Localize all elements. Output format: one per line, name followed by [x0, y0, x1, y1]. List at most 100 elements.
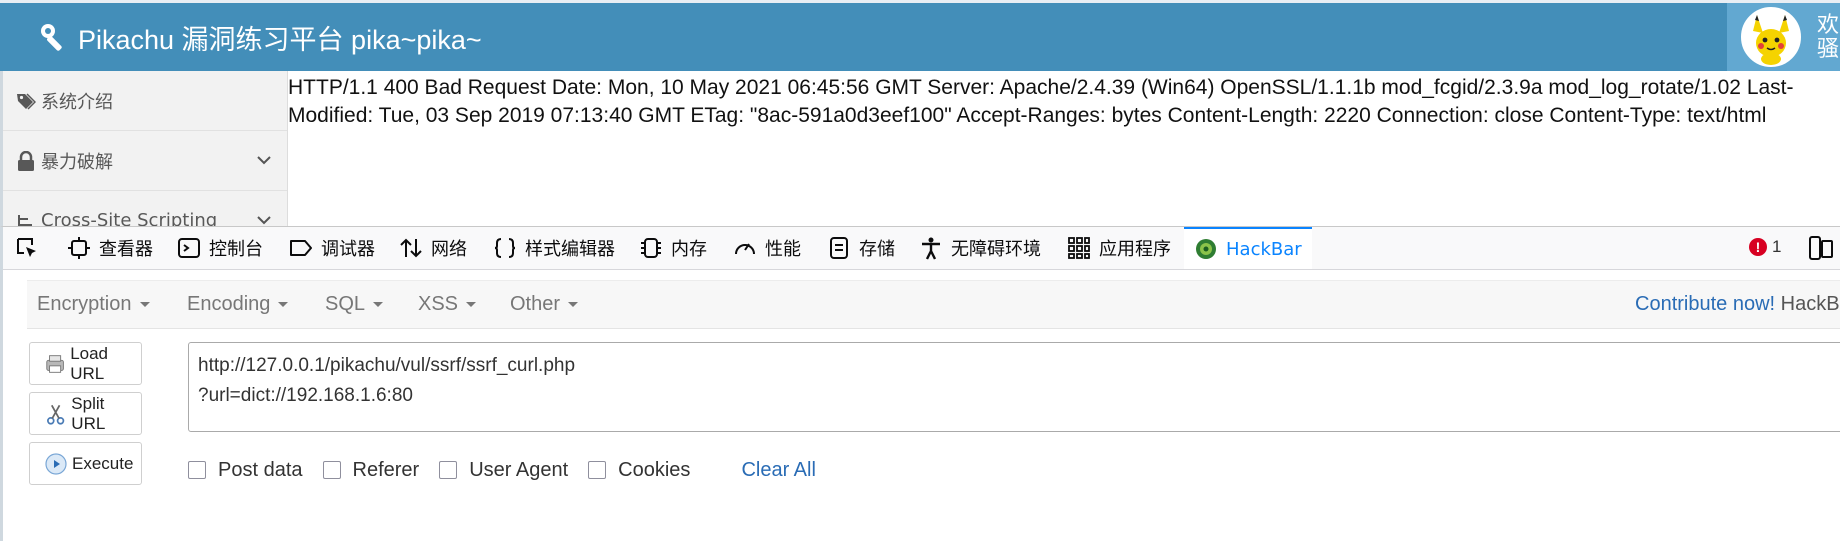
contribute-area: Contribute now! HackBar	[1635, 293, 1840, 316]
tab-console[interactable]: 控制台	[177, 227, 263, 269]
element-picker-icon[interactable]	[15, 236, 39, 260]
pikachu-avatar-icon	[1743, 9, 1799, 65]
menu-other[interactable]: Other	[510, 293, 579, 316]
sidebar: 系统介绍 暴力破解 Cross-Site Scripting	[0, 71, 288, 226]
devtools-toolbar: 查看器 控制台 调试器 网络 样式编辑器 内存 性能 存储 无障碍环境 应用程序…	[3, 227, 1840, 270]
tab-memory[interactable]: 内存	[639, 227, 707, 269]
menu-label: Encoding	[187, 293, 271, 315]
url-input[interactable]: http://127.0.0.1/pikachu/vul/ssrf/ssrf_c…	[188, 342, 1840, 432]
error-count-badge[interactable]: ! 1	[1749, 237, 1781, 257]
url-line-2: ?url=dict://192.168.1.6:80	[198, 385, 413, 406]
load-url-icon	[46, 354, 64, 373]
clear-all-link[interactable]: Clear All	[741, 459, 815, 482]
welcome-line-1: 欢迎	[1817, 13, 1840, 37]
hackbar-icon	[1196, 239, 1216, 259]
wrench-icon	[41, 24, 62, 51]
menu-encoding[interactable]: Encoding	[187, 293, 289, 316]
performance-icon	[735, 243, 755, 255]
app-header: Pikachu 漏洞练习平台 pika~pika~ 欢迎 骚年	[0, 0, 1840, 71]
menu-xss[interactable]: XSS	[418, 293, 477, 316]
hackbar-menu-bar: Encryption Encoding SQL XSS Other Contri…	[27, 280, 1840, 329]
menu-label: Other	[510, 293, 561, 315]
welcome-line-2: 骚年	[1817, 36, 1840, 61]
app-title: Pikachu 漏洞练习平台 pika~pika~	[78, 24, 482, 55]
tab-label: 无障碍环境	[951, 239, 1041, 260]
caret-down-icon	[466, 302, 477, 307]
welcome-text: 欢迎 骚年	[1817, 13, 1840, 61]
tab-label: 控制台	[209, 239, 263, 260]
load-url-button[interactable]: Load URL	[29, 342, 142, 385]
chevron-down-icon[interactable]	[257, 213, 271, 226]
option-label: User Agent	[469, 458, 569, 481]
sidebar-item-label: 暴力破解	[41, 151, 113, 173]
button-label: Split URL	[71, 393, 106, 433]
menu-encryption[interactable]: Encryption	[37, 293, 150, 316]
debugger-icon	[290, 240, 312, 256]
sidebar-item-intro[interactable]: 系统介绍	[3, 71, 287, 131]
network-icon	[400, 238, 422, 258]
referer-checkbox[interactable]	[322, 461, 341, 479]
caret-down-icon	[568, 302, 579, 307]
style-editor-icon	[494, 238, 516, 258]
caret-down-icon	[139, 302, 150, 307]
options-row: Post data Referer User Agent Cookies Cle…	[188, 452, 816, 488]
referer-option[interactable]: Referer	[322, 458, 420, 482]
tab-debugger[interactable]: 调试器	[289, 227, 375, 269]
memory-icon	[641, 238, 661, 258]
user-menu[interactable]: 欢迎 骚年	[1727, 3, 1840, 71]
option-label: Referer	[352, 458, 420, 481]
sidebar-item-label: 系统介绍	[41, 91, 113, 113]
tab-label: HackBar	[1226, 238, 1302, 260]
responsive-design-icon[interactable]	[1807, 235, 1833, 261]
lock-icon	[15, 150, 37, 171]
menu-sql[interactable]: SQL	[325, 293, 384, 316]
user-agent-option[interactable]: User Agent	[439, 459, 568, 482]
tab-inspector[interactable]: 查看器	[67, 227, 153, 269]
tab-label: 应用程序	[1099, 239, 1171, 260]
tab-performance[interactable]: 性能	[733, 227, 801, 269]
play-icon	[45, 452, 67, 475]
execute-button[interactable]: Execute	[29, 442, 142, 485]
accessibility-icon	[922, 237, 940, 260]
tab-label: 内存	[671, 239, 707, 260]
tab-storage[interactable]: 存储	[827, 227, 895, 269]
sitemap-icon	[15, 211, 37, 226]
application-icon	[1068, 237, 1090, 259]
error-count-value: 1	[1772, 237, 1782, 256]
hackbar-brand: HackBar	[1780, 293, 1840, 315]
caret-down-icon	[373, 302, 384, 307]
post-data-checkbox[interactable]	[188, 461, 206, 479]
tab-style-editor[interactable]: 样式编辑器	[493, 227, 615, 269]
console-icon	[178, 238, 200, 258]
post-data-option[interactable]: Post data	[188, 459, 303, 482]
tab-label: 性能	[765, 239, 801, 260]
scissors-icon	[47, 404, 65, 425]
tab-accessibility[interactable]: 无障碍环境	[919, 227, 1041, 269]
app-brand[interactable]: Pikachu 漏洞练习平台 pika~pika~	[38, 19, 482, 55]
tab-label: 样式编辑器	[525, 239, 615, 260]
tab-hackbar[interactable]: HackBar	[1184, 227, 1312, 269]
inspector-icon	[68, 237, 90, 259]
user-agent-checkbox[interactable]	[439, 461, 458, 479]
tab-label: 查看器	[99, 239, 153, 260]
split-url-button[interactable]: Split URL	[29, 392, 142, 435]
error-icon: !	[1749, 238, 1767, 256]
chevron-down-icon[interactable]	[257, 153, 271, 167]
sidebar-item-xss[interactable]: Cross-Site Scripting	[3, 191, 287, 226]
button-label: Execute	[72, 453, 134, 473]
response-body: HTTP/1.1 400 Bad Request Date: Mon, 10 M…	[288, 76, 1794, 127]
button-label: Load URL	[70, 343, 109, 383]
tab-label: 存储	[859, 239, 895, 260]
menu-label: SQL	[325, 293, 366, 315]
menu-label: XSS	[418, 293, 459, 315]
tab-network[interactable]: 网络	[399, 227, 467, 269]
avatar	[1741, 7, 1801, 67]
tab-application[interactable]: 应用程序	[1067, 227, 1171, 269]
url-line-1: http://127.0.0.1/pikachu/vul/ssrf/ssrf_c…	[198, 355, 576, 376]
cookies-checkbox[interactable]	[588, 461, 607, 479]
sidebar-item-brute-force[interactable]: 暴力破解	[3, 131, 287, 191]
contribute-link[interactable]: Contribute now!	[1635, 293, 1775, 315]
menu-label: Encryption	[37, 293, 132, 315]
cookies-option[interactable]: Cookies	[588, 459, 690, 482]
tag-icon	[15, 91, 37, 111]
